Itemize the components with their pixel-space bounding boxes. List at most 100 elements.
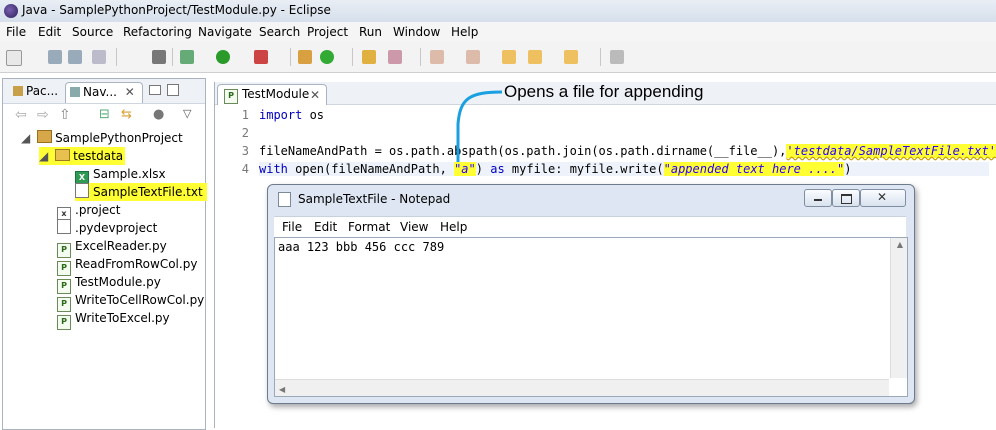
tree-label: WriteToCellRowCol.py [75,293,204,307]
menu-source[interactable]: Source [72,25,113,39]
maximize-icon [841,194,852,204]
menu-file[interactable]: File [6,25,26,39]
menu-navigate[interactable]: Navigate [198,25,252,39]
navigator-tabs: Pac... Nav... ✕ [3,79,205,104]
tree-label: SamplePythonProject [55,131,183,145]
close-icon[interactable]: ✕ [125,85,135,99]
line-number: 2 [235,126,249,140]
tree-item-writetoexcel[interactable]: PWriteToExcel.py [57,309,170,327]
code-text: open(fileNameAndPath, [288,162,454,176]
pin-editor-icon[interactable] [610,50,624,64]
tree-item-sampletextfile[interactable]: SampleTextFile.txt [75,183,207,201]
collapse-triangle-icon[interactable]: ◢ [21,131,30,145]
notepad-menu-bar: File Edit Format View Help [274,216,906,237]
tab-label: Pac... [26,84,58,98]
tree-item-testdata[interactable]: ◢ testdata [39,147,125,165]
minimize-icon[interactable] [149,85,161,95]
tree-item-writetocellrowcol[interactable]: PWriteToCellRowCol.py [57,291,204,309]
main-toolbar [0,42,996,73]
tree-item-excelreader[interactable]: PExcelReader.py [57,237,167,255]
notepad-menu-view[interactable]: View [400,220,428,234]
back-arrow-icon[interactable]: ⇦ [15,107,27,123]
notepad-menu-help[interactable]: Help [440,220,467,234]
back-icon[interactable] [528,50,542,64]
window-titlebar: Java - SamplePythonProject/TestModule.py… [0,0,996,23]
close-button[interactable]: ✕ [860,189,906,207]
notepad-text-area[interactable]: aaa 123 bbb 456 ccc 789 ▲ ◀ [274,237,908,397]
tab-navigator[interactable]: Nav... ✕ [65,82,143,103]
keyword: import [259,108,302,122]
new-module-icon[interactable] [298,50,312,64]
last-edit-icon[interactable] [502,50,516,64]
python-file-icon: P [224,89,238,104]
tree-item-project[interactable]: ◢ SamplePythonProject [21,129,183,147]
text-file-icon [75,183,89,198]
notepad-title: SampleTextFile - Notepad [298,192,450,206]
menu-window[interactable]: Window [393,25,440,39]
tree-item-testmodule[interactable]: PTestModule.py [57,273,161,291]
collapse-all-icon[interactable]: ⊟ [99,107,110,122]
menu-help[interactable]: Help [451,25,478,39]
code-line-1: import os [259,108,324,122]
callout-text: Opens a file for appending [504,82,703,102]
forward-arrow-icon[interactable]: ⇨ [37,107,49,123]
code-line-4: with open(fileNameAndPath, "a") as myfil… [259,162,989,176]
keyword: with [259,162,288,176]
forward-icon[interactable] [564,50,578,64]
tab-label: TestModule [242,87,309,101]
toolbar-separator [600,48,601,66]
print-icon[interactable] [92,50,106,64]
menu-refactoring[interactable]: Refactoring [123,25,192,39]
menu-edit[interactable]: Edit [38,25,61,39]
menu-project[interactable]: Project [307,25,348,39]
save-all-icon[interactable] [68,50,82,64]
python-file-icon: P [57,315,71,330]
notepad-icon [278,192,291,207]
scroll-left-icon[interactable]: ◀ [279,385,285,394]
chevron-down-icon[interactable]: ▽ [183,107,191,120]
horizontal-scrollbar[interactable] [275,379,889,396]
view-menu-icon[interactable]: ● [153,107,164,122]
scroll-up-icon[interactable]: ▲ [897,240,903,249]
navigator-icon [70,87,80,97]
code-text: os [302,108,324,122]
new-icon[interactable] [6,50,22,66]
notepad-menu-format[interactable]: Format [348,220,390,234]
debug-icon[interactable] [180,50,194,64]
string-literal: 'testdata/SampleTextFile.txt' [786,144,996,158]
prev-annotation-icon[interactable] [466,50,480,64]
navigator-panel: Pac... Nav... ✕ ⇦ ⇨ ⇧ ⊟ ⇆ ● ▽ ◢ SamplePy… [2,78,206,430]
notepad-menu-edit[interactable]: Edit [314,220,337,234]
window-title: Java - SamplePythonProject/TestModule.py… [22,3,331,17]
tree-item-readfromrowcol[interactable]: PReadFromRowCol.py [57,255,197,273]
up-arrow-icon[interactable]: ⇧ [59,107,71,123]
notepad-titlebar: SampleTextFile - Notepad ✕ [268,185,914,213]
package-icon [13,86,23,96]
run-icon[interactable] [216,50,230,64]
tree-item-project-file[interactable]: x.project [57,201,120,219]
save-icon[interactable] [48,50,62,64]
external-tools-icon[interactable] [254,50,268,64]
open-type-icon[interactable] [362,50,376,64]
search-icon[interactable] [388,50,402,64]
link-editor-icon[interactable]: ⇆ [121,107,132,122]
maximize-button[interactable] [832,189,860,207]
maximize-icon[interactable] [167,84,179,96]
menu-run[interactable]: Run [359,25,382,39]
close-icon[interactable]: ✕ [310,88,320,102]
navigator-toolbar: ⇦ ⇨ ⇧ ⊟ ⇆ ● ▽ [3,105,205,127]
tree-item-sample-xlsx[interactable]: XSample.xlsx [75,165,166,183]
tree-label: .project [75,203,120,217]
tab-package-explorer[interactable]: Pac... [9,82,61,102]
toolbar-separator [290,48,291,66]
next-annotation-icon[interactable] [430,50,444,64]
vertical-scrollbar[interactable] [890,238,907,378]
skip-breakpoints-icon[interactable] [152,50,166,64]
tree-item-pydevproject[interactable]: .pydevproject [57,219,157,237]
collapse-triangle-icon[interactable]: ◢ [39,149,48,163]
notepad-menu-file[interactable]: File [282,220,302,234]
new-class-icon[interactable] [320,50,334,64]
minimize-button[interactable] [804,189,832,207]
tab-testmodule[interactable]: P TestModule ✕ [217,84,327,105]
menu-search[interactable]: Search [259,25,300,39]
